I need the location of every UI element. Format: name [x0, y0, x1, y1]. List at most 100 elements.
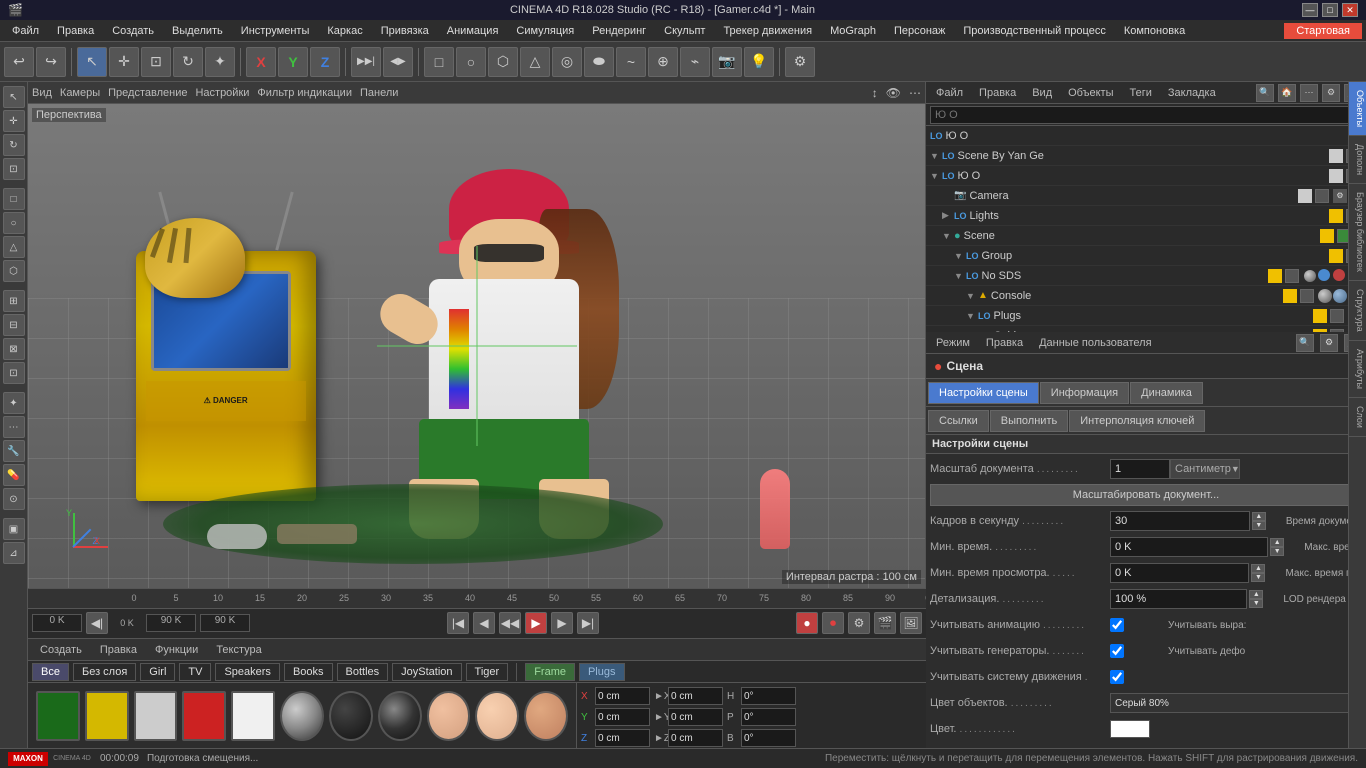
left-tool-2[interactable]: ✛ — [3, 110, 25, 132]
right-side-tab-structure[interactable]: Структура — [1349, 281, 1366, 341]
left-tool-17[interactable]: ⊙ — [3, 488, 25, 510]
attr-input-min-preview[interactable] — [1110, 563, 1249, 583]
menu-production[interactable]: Производственный процесс — [955, 23, 1113, 39]
minprev-up-btn[interactable]: ▲ — [1251, 564, 1265, 573]
toolbar-select[interactable]: ↖ — [77, 47, 107, 77]
material-swatch-sphere-gray[interactable] — [280, 691, 324, 741]
tag-no-layer[interactable]: Без слоя — [73, 663, 136, 681]
menu-compositing[interactable]: Компоновка — [1116, 23, 1193, 39]
left-tool-4[interactable]: ⊡ — [3, 158, 25, 180]
play-start-btn[interactable]: |◀ — [447, 612, 469, 634]
left-tool-3[interactable]: ↻ — [3, 134, 25, 156]
om-tab-bookmark[interactable]: Закладка — [1162, 85, 1222, 101]
left-tool-12[interactable]: ⊡ — [3, 362, 25, 384]
object-row-camera[interactable]: 📷 Camera ⚙ — [926, 186, 1366, 206]
toolbar-capsule[interactable]: ⬬ — [584, 47, 614, 77]
auto-key-btn[interactable]: ⏺ — [822, 612, 844, 634]
menu-animation[interactable]: Анимация — [439, 23, 507, 39]
obj-vis-camera[interactable] — [1315, 189, 1329, 203]
vp-icon-more[interactable]: ⋯ — [909, 86, 921, 100]
toolbar-settings[interactable]: ⚙ — [785, 47, 815, 77]
left-tool-8[interactable]: ⬡ — [3, 260, 25, 282]
attr-select-obj-color[interactable]: Серый 80% — [1110, 693, 1362, 713]
tag-all[interactable]: Все — [32, 663, 69, 681]
menu-wireframe[interactable]: Каркас — [319, 23, 370, 39]
expand-icon[interactable]: ▼ — [930, 151, 942, 161]
om-tab-file[interactable]: Файл — [930, 85, 969, 101]
right-side-tab-layers[interactable]: Слои — [1349, 398, 1366, 437]
am-settings-icon[interactable]: ⚙ — [1320, 334, 1338, 352]
size-x[interactable] — [668, 687, 723, 705]
material-swatch-white[interactable] — [231, 691, 275, 741]
attr-check-anim[interactable] — [1110, 618, 1124, 632]
right-side-tab-objects[interactable]: Объекты — [1349, 82, 1366, 136]
material-swatch-light-gray[interactable] — [134, 691, 178, 741]
material-swatch-dark-green[interactable] — [36, 691, 80, 741]
left-tool-10[interactable]: ⊟ — [3, 314, 25, 336]
menu-create[interactable]: Создать — [104, 23, 162, 39]
object-row-lo2[interactable]: ▼ LO Ю О — [926, 166, 1366, 186]
vp-menu-display[interactable]: Представление — [108, 87, 187, 99]
tag-frame[interactable]: Frame — [525, 663, 575, 681]
menu-create-mat[interactable]: Создать — [32, 642, 90, 658]
expand-icon-console[interactable]: ▼ — [966, 291, 978, 301]
viewport-canvas[interactable]: ⚠ DANGER — [28, 104, 925, 588]
close-button[interactable]: ✕ — [1342, 3, 1358, 17]
toolbar-redo[interactable]: ↪ — [36, 47, 66, 77]
toolbar-record[interactable]: ◀▶ — [383, 47, 413, 77]
toolbar-cylinder[interactable]: ⬡ — [488, 47, 518, 77]
left-tool-7[interactable]: △ — [3, 236, 25, 258]
toolbar-sphere[interactable]: ○ — [456, 47, 486, 77]
toolbar-light[interactable]: 💡 — [744, 47, 774, 77]
left-tool-16[interactable]: 💊 — [3, 464, 25, 486]
toolbar-spline[interactable]: ~ — [616, 47, 646, 77]
toolbar-undo[interactable]: ↩ — [4, 47, 34, 77]
om-tab-tags[interactable]: Теги — [1124, 85, 1158, 101]
object-search-input[interactable] — [930, 106, 1362, 124]
toolbar-cone[interactable]: △ — [520, 47, 550, 77]
attr-unit-scale[interactable]: Сантиметр▼ — [1170, 459, 1240, 479]
om-search-icon[interactable]: 🔍 — [1256, 84, 1274, 102]
end-frame-field[interactable]: 90 K — [146, 614, 196, 632]
vp-menu-cameras[interactable]: Камеры — [60, 87, 100, 99]
attr-color-swatch[interactable] — [1110, 720, 1150, 738]
menu-render[interactable]: Рендеринг — [584, 23, 654, 39]
tag-speakers[interactable]: Speakers — [215, 663, 279, 681]
tag-bottles[interactable]: Bottles — [337, 663, 389, 681]
play-back-btn[interactable]: ◀◀ — [499, 612, 521, 634]
om-tab-objects[interactable]: Объекты — [1062, 85, 1119, 101]
object-row-no-sds[interactable]: ▼ LO No SDS — [926, 266, 1366, 286]
menu-file[interactable]: Файл — [4, 23, 47, 39]
rot-h[interactable] — [741, 687, 796, 705]
attr-check-gen[interactable] — [1110, 644, 1124, 658]
attr-input-scale[interactable] — [1110, 459, 1170, 479]
play-btn[interactable]: ▶ — [525, 612, 547, 634]
left-tool-11[interactable]: ⊠ — [3, 338, 25, 360]
left-tool-5[interactable]: □ — [3, 188, 25, 210]
menu-tools[interactable]: Инструменты — [233, 23, 318, 39]
toolbar-axis-y[interactable]: Y — [278, 47, 308, 77]
attr-tab-links[interactable]: Ссылки — [928, 410, 989, 432]
attr-tab-scene-settings[interactable]: Настройки сцены — [928, 382, 1039, 404]
total-end-field[interactable]: 90 K — [200, 614, 250, 632]
menu-edit[interactable]: Правка — [49, 23, 102, 39]
fps-up-btn[interactable]: ▲ — [1252, 512, 1266, 521]
material-swatch-dark-sphere[interactable] — [378, 691, 422, 741]
menu-character[interactable]: Персонаж — [886, 23, 953, 39]
attr-input-lod[interactable] — [1110, 589, 1247, 609]
coord-x[interactable] — [595, 687, 650, 705]
toolbar-box[interactable]: □ — [424, 47, 454, 77]
rot-b[interactable] — [741, 729, 796, 747]
menu-snap[interactable]: Привязка — [373, 23, 437, 39]
expand-icon-2[interactable]: ▼ — [930, 171, 942, 181]
vp-icon-eye[interactable]: 👁 — [886, 86, 901, 100]
expand-icon-group[interactable]: ▼ — [954, 251, 966, 261]
vp-menu-settings[interactable]: Настройки — [195, 87, 249, 99]
maximize-button[interactable]: □ — [1322, 3, 1338, 17]
lod-down-btn[interactable]: ▼ — [1249, 599, 1263, 608]
left-tool-14[interactable]: ⋯ — [3, 416, 25, 438]
material-swatch-skin-light[interactable] — [475, 691, 519, 741]
toolbar-rotate[interactable]: ↻ — [173, 47, 203, 77]
vp-menu-panels[interactable]: Панели — [360, 87, 398, 99]
vp-menu-view[interactable]: Вид — [32, 87, 52, 99]
